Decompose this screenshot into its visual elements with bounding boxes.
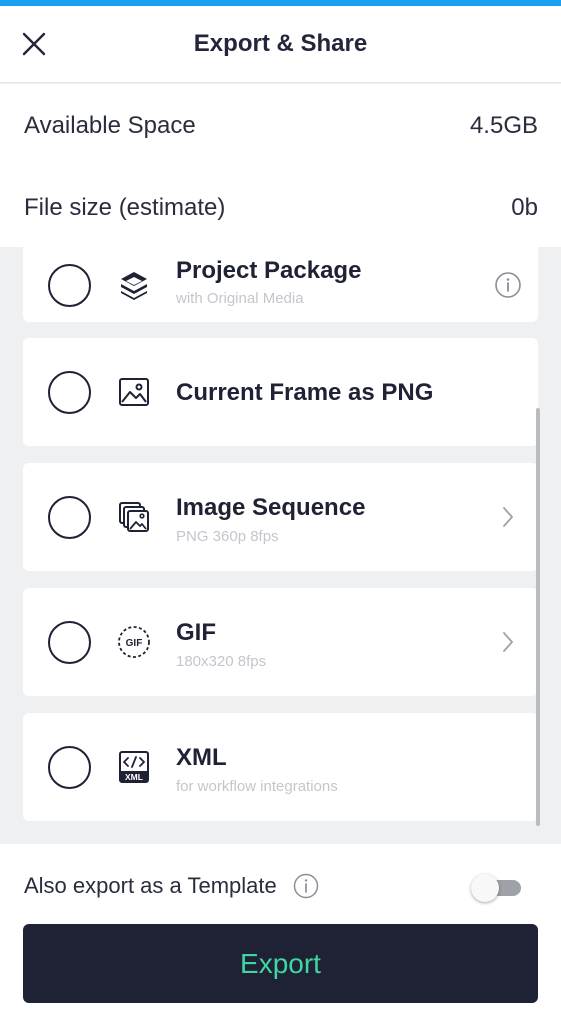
svg-text:GIF: GIF xyxy=(126,638,143,649)
info-icon[interactable] xyxy=(494,271,522,299)
available-space-label: Available Space xyxy=(24,112,196,139)
option-title: XML xyxy=(176,744,227,771)
svg-text:XML: XML xyxy=(125,772,143,782)
template-option: Also export as a Template xyxy=(24,873,319,899)
file-size-label: File size (estimate) xyxy=(24,194,226,221)
bottom-panel: Also export as a Template Export xyxy=(0,844,561,1024)
option-subtitle: PNG 360p 8fps xyxy=(176,528,279,545)
option-title: Project Package xyxy=(176,257,362,284)
radio-button[interactable] xyxy=(48,371,91,414)
toggle-knob xyxy=(471,874,499,902)
option-xml[interactable]: XML XML for workflow integrations xyxy=(23,713,538,821)
image-icon xyxy=(117,375,151,409)
page-title: Export & Share xyxy=(193,30,368,57)
available-space-value: 4.5GB xyxy=(469,112,538,139)
radio-button[interactable] xyxy=(48,621,91,664)
radio-button[interactable] xyxy=(48,496,91,539)
option-current-frame-png[interactable]: Current Frame as PNG xyxy=(23,338,538,446)
info-icon[interactable] xyxy=(293,873,319,899)
chevron-right-icon[interactable] xyxy=(500,630,516,654)
template-label: Also export as a Template xyxy=(24,873,277,898)
radio-button[interactable] xyxy=(48,264,91,307)
option-subtitle: 180x320 8fps xyxy=(176,653,267,670)
file-size-value: 0b xyxy=(511,194,538,221)
option-image-sequence[interactable]: Image Sequence PNG 360p 8fps xyxy=(23,463,538,571)
option-project-package[interactable]: Project Package with Original Media xyxy=(23,247,538,322)
option-subtitle: for workflow integrations xyxy=(176,778,338,795)
option-gif[interactable]: GIF GIF 180x320 8fps xyxy=(23,588,538,696)
option-title: Current Frame as PNG xyxy=(176,379,434,406)
radio-button[interactable] xyxy=(48,746,91,789)
list-scrollbar[interactable] xyxy=(536,408,540,826)
layers-icon xyxy=(117,269,151,303)
image-stack-icon xyxy=(117,500,151,534)
export-button[interactable]: Export xyxy=(23,924,538,1003)
template-toggle[interactable] xyxy=(471,874,521,902)
file-size-row: File size (estimate) 0b xyxy=(24,188,538,228)
xml-code-icon: XML xyxy=(117,750,151,784)
export-options-list[interactable]: Project Package with Original Media Curr… xyxy=(0,247,561,844)
gif-icon: GIF xyxy=(117,625,151,659)
chevron-right-icon[interactable] xyxy=(500,505,516,529)
option-subtitle: with Original Media xyxy=(176,290,304,307)
header: Export & Share xyxy=(0,6,561,83)
option-title: Image Sequence xyxy=(176,494,366,521)
export-share-screen: Export & Share Available Space 4.5GB Fil… xyxy=(0,0,561,1024)
available-space-row: Available Space 4.5GB xyxy=(24,106,538,146)
storage-info-panel: Available Space 4.5GB File size (estimat… xyxy=(0,84,561,247)
option-title: GIF xyxy=(176,619,216,646)
